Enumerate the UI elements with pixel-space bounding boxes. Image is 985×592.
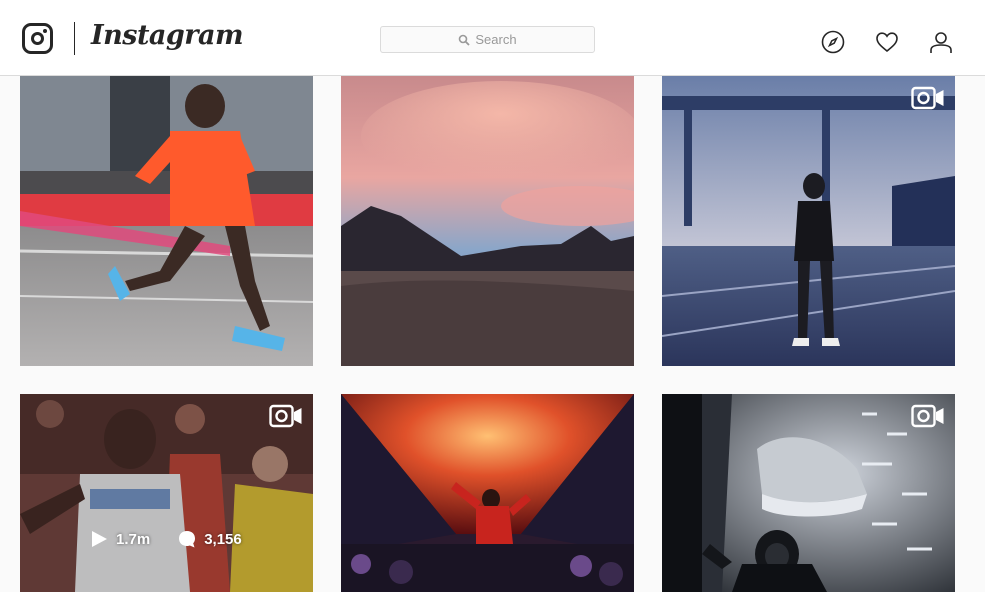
post-tile-track-athlete[interactable] [662, 76, 955, 366]
search-input[interactable]: Search [380, 26, 595, 53]
heart-icon[interactable] [875, 30, 899, 54]
search-icon [459, 34, 471, 46]
post-hover-stats: 1.7m 3,156 [90, 530, 270, 548]
views-count: 1.7m [116, 530, 151, 548]
profile-icon[interactable] [929, 30, 953, 54]
video-camera-icon [911, 86, 944, 110]
post-image [20, 76, 313, 366]
logo-divider [74, 22, 75, 55]
instagram-logo-icon[interactable] [22, 23, 53, 54]
play-icon [92, 531, 107, 547]
instagram-wordmark[interactable]: Instagram [91, 20, 244, 51]
views-stat: 1.7m [90, 530, 150, 548]
top-nav-bar: Instagram Search [0, 0, 985, 76]
post-tile-sunset[interactable] [341, 76, 634, 366]
logo-dot [43, 29, 47, 33]
post-tile-fire-tunnel[interactable] [341, 394, 634, 592]
comment-icon [179, 531, 196, 548]
explore-icon[interactable] [821, 30, 845, 54]
video-camera-icon [269, 404, 302, 428]
post-image [662, 76, 955, 366]
post-image [341, 76, 634, 366]
post-tile-sneaker[interactable] [662, 394, 955, 592]
search-placeholder: Search [475, 32, 517, 47]
post-tile-runner[interactable] [20, 76, 313, 366]
post-tile-basketball[interactable]: 1.7m 3,156 [20, 394, 313, 592]
comments-count: 3,156 [204, 530, 242, 548]
comments-stat: 3,156 [178, 530, 242, 548]
logo-lens [31, 32, 44, 45]
video-camera-icon [911, 404, 944, 428]
post-image [341, 394, 634, 592]
